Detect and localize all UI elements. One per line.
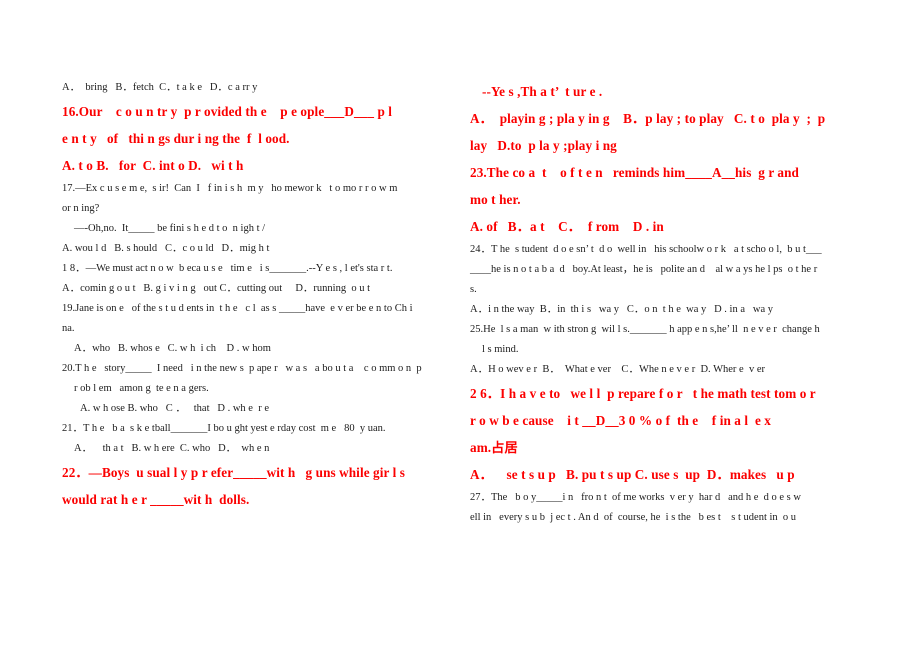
text-line-q22-options-2: lay D.to p la y ;play i ng — [470, 138, 617, 153]
text-line-q16-options: A. t o B. for C. int o D. wi t h — [62, 158, 244, 173]
right-column: --Ye s ,Th a t’ t ur e . A． playin g ; pl… — [470, 78, 870, 528]
text-line-q20-stem-1: 20.T h e story_____ I need i n the new s… — [62, 363, 422, 374]
text-line-q24-options: A．i n the way B．in th i s wa y C．o n t h… — [470, 304, 774, 315]
text-line-q17-options: A. wou l d B. s hould C．c o u ld D．mig h… — [62, 243, 270, 254]
text-line-q25-stem-2: l s mind. — [482, 344, 519, 355]
text-line-q22-stem-2: would rat h e r _____wit h dolls. — [62, 492, 250, 507]
text-line-q26-stem-2: r o w b e cause i t __D__3 0 % o f th e … — [470, 413, 771, 428]
text-line-q16-stem-2: e n t y of thi n gs dur i ng the f l ood… — [62, 131, 290, 146]
text-line-q17-stem-2: or n ing? — [62, 203, 100, 214]
text-line-q19-options: A．who B. whos e C. w h i ch D . w hom — [74, 343, 271, 354]
text-line-q25-stem-1: 25.He l s a man w ith stron g wil l s.__… — [470, 324, 820, 335]
text-line-q22-stem-1: 22．—Boys u sual l y p r efer_____wit h g… — [62, 465, 406, 480]
text-line-q18-stem: 1 8．—We must act n o w b eca u s e tim e… — [62, 263, 393, 274]
text-line-q17-stem-3: —-Oh,no. It_____ be fini s h e d t o n i… — [74, 223, 266, 234]
text-line-q24-stem-1: 24．T he s tudent d o e sn’ t d o well in… — [470, 244, 822, 255]
text-line-q21-options: A． th a t B. w h ere C. who D． wh e n — [74, 443, 270, 454]
text-line-q23-stem-1: 23.The co a t o f t e n reminds him____A… — [470, 165, 799, 180]
text-line-q26-stem-1: 2 6．I h a v e to we l l p repare f o r t… — [470, 386, 816, 401]
text-line-q20-options: A. w h ose B. who C ． that D . wh e r e — [80, 403, 269, 414]
left-column: A． bring B．fetch C．t a k e D．c a rr y 16.… — [62, 78, 462, 513]
text-line-q22-options-1: A． playin g ; pla y in g B．p lay ; to pl… — [470, 111, 826, 126]
text-line-q17-stem-1: 17.—Ex c u s e m e, s ir! Can I f in i s… — [62, 183, 398, 194]
text-line-q22-answer: --Ye s ,Th a t’ t ur e . — [482, 84, 603, 99]
text-line-q26-stem-3: am.占居 — [470, 440, 518, 455]
text-line-q23-stem-2: mo t her. — [470, 192, 521, 207]
text-line-q27-stem-2: ell in every s u b j ec t . An d of cour… — [470, 512, 797, 523]
text-line-q20-stem-2: r ob l em amon g te e n a gers. — [74, 383, 209, 394]
text-line-q23-options: A. of B．a t C． f rom D . in — [470, 219, 664, 234]
text-line-q16-stem-1: 16.Our c o u n tr y p r ovided th e p e … — [62, 104, 393, 119]
text-line-q24-stem-2: ____he is n o t a b a d boy.At least，he … — [470, 264, 818, 275]
text-line-q26-options: A． se t s u p B. pu t s up C. use s up D… — [470, 467, 795, 482]
text-line-q25-options: A．H o wev e r B． What e ver C．Whe n e v … — [470, 364, 765, 375]
text-line-q18-options: A．comin g o u t B. g i v i n g out C．cut… — [62, 283, 370, 294]
text-line-q24-stem-3: s. — [470, 284, 477, 295]
scanned-page: A． bring B．fetch C．t a k e D．c a rr y 16.… — [0, 0, 920, 650]
text-line-q19-stem-2: na. — [62, 323, 75, 334]
text-line-q27-stem-1: 27．The b o y_____i n fro n t of me works… — [470, 492, 801, 503]
text-line-q21-stem: 21．T h e b a s k e tball_______I bo u gh… — [62, 423, 386, 434]
text-line-q15-options: A． bring B．fetch C．t a k e D．c a rr y — [62, 82, 258, 93]
text-line-q19-stem-1: 19.Jane is on e of the s t u d ents in t… — [62, 303, 413, 314]
